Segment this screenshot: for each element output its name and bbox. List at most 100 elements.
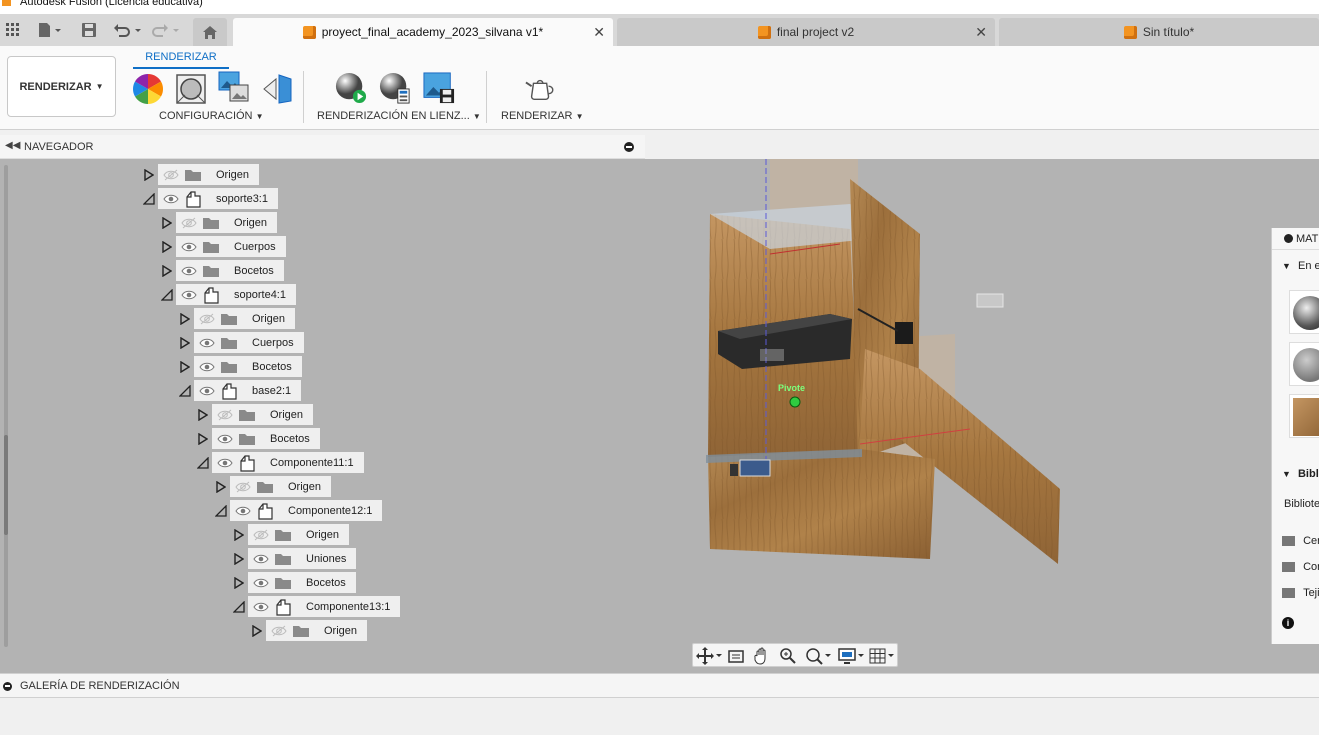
visibility-eye-icon[interactable] <box>180 260 198 281</box>
hidden-eye-icon[interactable] <box>198 308 216 329</box>
display-settings-icon[interactable] <box>838 647 864 665</box>
zoom-icon[interactable] <box>779 647 797 665</box>
tree-node-box[interactable]: Componente11:1 <box>212 452 364 473</box>
visibility-eye-icon[interactable] <box>234 500 252 521</box>
minimize-icon[interactable] <box>624 142 634 152</box>
capture-image-icon[interactable] <box>423 72 455 104</box>
visibility-eye-icon[interactable] <box>198 356 216 377</box>
tree-node-box[interactable]: soporte3:1 <box>158 188 278 209</box>
close-icon[interactable]: ✕ <box>975 24 987 41</box>
grid-menu-icon[interactable] <box>4 20 22 40</box>
collapsed-triangle-icon[interactable] <box>230 548 248 569</box>
collapsed-triangle-icon[interactable] <box>176 356 194 377</box>
hidden-eye-icon[interactable] <box>252 524 270 545</box>
material-swatch-chrome[interactable] <box>1289 290 1319 334</box>
close-icon[interactable]: ✕ <box>593 24 605 41</box>
library-folder[interactable]: Tejid <box>1282 587 1319 599</box>
tree-node-box[interactable]: Componente13:1 <box>248 596 401 617</box>
expanded-triangle-icon[interactable] <box>212 500 230 521</box>
tree-node[interactable]: Cuerpos <box>176 332 304 353</box>
texture-map-icon[interactable] <box>218 71 250 103</box>
tab-proyect-final[interactable]: proyect_final_academy_2023_silvana v1* ✕ <box>233 18 613 46</box>
tree-node-box[interactable]: Origen <box>176 212 278 233</box>
tree-node-box[interactable]: Uniones <box>248 548 357 569</box>
tree-node-box[interactable]: Origen <box>212 404 314 425</box>
tree-node[interactable]: Origen <box>212 476 332 497</box>
render-gallery-bar[interactable]: GALERÍA DE RENDERIZACIÓN <box>0 673 1319 698</box>
tree-node-box[interactable]: Bocetos <box>194 356 302 377</box>
home-tab[interactable] <box>193 18 227 46</box>
tree-node[interactable]: Origen <box>230 524 350 545</box>
tree-node[interactable]: Componente13:1 <box>230 596 401 617</box>
tab-renderizar[interactable]: RENDERIZAR <box>133 51 229 69</box>
tree-node[interactable]: Origen <box>194 404 314 425</box>
in-design-section[interactable]: ▼ En e <box>1282 260 1319 272</box>
incanvas-render-settings-icon[interactable] <box>379 72 411 104</box>
visibility-eye-icon[interactable] <box>198 380 216 401</box>
minimize-icon[interactable] <box>3 682 12 691</box>
visibility-eye-icon[interactable] <box>180 284 198 305</box>
hidden-eye-icon[interactable] <box>162 164 180 185</box>
tree-node-box[interactable]: Cuerpos <box>194 332 304 353</box>
tree-node[interactable]: Bocetos <box>176 356 302 377</box>
tree-node[interactable]: soporte4:1 <box>158 284 296 305</box>
material-swatch-gray[interactable] <box>1289 342 1319 386</box>
material-swatch-wood[interactable] <box>1289 394 1319 438</box>
tree-node-box[interactable]: Origen <box>194 308 296 329</box>
hidden-eye-icon[interactable] <box>270 620 288 641</box>
collapse-panel-icon[interactable]: ◀◀ <box>5 140 20 151</box>
tree-node-box[interactable]: Cuerpos <box>176 236 286 257</box>
tree-node-box[interactable]: Bocetos <box>212 428 320 449</box>
collapsed-triangle-icon[interactable] <box>176 332 194 353</box>
expanded-triangle-icon[interactable] <box>158 284 176 305</box>
navigator-scroll-thumb[interactable] <box>4 435 8 535</box>
tree-node[interactable]: Origen <box>158 212 278 233</box>
collapsed-triangle-icon[interactable] <box>230 524 248 545</box>
tree-node[interactable]: Origen <box>248 620 368 641</box>
redo-icon[interactable] <box>150 20 182 40</box>
expanded-triangle-icon[interactable] <box>140 188 158 209</box>
collapsed-triangle-icon[interactable] <box>194 404 212 425</box>
visibility-eye-icon[interactable] <box>180 236 198 257</box>
hidden-eye-icon[interactable] <box>216 404 234 425</box>
collapsed-triangle-icon[interactable] <box>230 572 248 593</box>
tree-node[interactable]: Bocetos <box>194 428 320 449</box>
incanvas-group-label[interactable]: RENDERIZACIÓN EN LIENZ... ▼ <box>317 110 481 122</box>
collapsed-triangle-icon[interactable] <box>248 620 266 641</box>
minimize-icon[interactable] <box>1284 234 1293 243</box>
collapsed-triangle-icon[interactable] <box>194 428 212 449</box>
expanded-triangle-icon[interactable] <box>230 596 248 617</box>
tree-node-box[interactable]: Origen <box>158 164 260 185</box>
collapsed-triangle-icon[interactable] <box>158 260 176 281</box>
tree-node[interactable]: Uniones <box>230 548 357 569</box>
render-group-label[interactable]: RENDERIZAR ▼ <box>501 110 584 122</box>
tree-node[interactable]: base2:1 <box>176 380 302 401</box>
tree-node[interactable]: Bocetos <box>158 260 284 281</box>
collapsed-triangle-icon[interactable] <box>140 164 158 185</box>
tree-node[interactable]: Bocetos <box>230 572 356 593</box>
tree-node-box[interactable]: Origen <box>266 620 368 641</box>
expanded-triangle-icon[interactable] <box>176 380 194 401</box>
scene-settings-icon[interactable] <box>175 73 207 105</box>
tree-node-box[interactable]: Bocetos <box>248 572 356 593</box>
visibility-eye-icon[interactable] <box>162 188 180 209</box>
library-folder[interactable]: Cer <box>1282 535 1319 547</box>
collapsed-triangle-icon[interactable] <box>176 308 194 329</box>
tree-node[interactable]: Origen <box>140 164 260 185</box>
workspace-switcher[interactable]: RENDERIZAR ▼ <box>7 56 116 117</box>
collapsed-triangle-icon[interactable] <box>158 212 176 233</box>
library-dropdown[interactable]: Bibliote <box>1284 498 1319 510</box>
tree-node[interactable]: soporte3:1 <box>140 188 278 209</box>
library-section[interactable]: ▼ Bibli <box>1282 468 1319 480</box>
decal-icon[interactable] <box>261 73 293 105</box>
tree-node[interactable]: Cuerpos <box>158 236 286 257</box>
tab-final-project-v2[interactable]: final project v2 ✕ <box>617 18 995 46</box>
tree-node-box[interactable]: soporte4:1 <box>176 284 296 305</box>
save-icon[interactable] <box>80 20 98 40</box>
pan-hand-icon[interactable] <box>753 647 771 665</box>
visibility-eye-icon[interactable] <box>198 332 216 353</box>
appearance-color-wheel-icon[interactable] <box>132 73 164 105</box>
navigator-header[interactable]: ◀◀ NAVEGADOR <box>0 135 645 159</box>
look-at-icon[interactable] <box>727 647 745 665</box>
tab-sin-titulo[interactable]: Sin título* <box>999 18 1319 46</box>
